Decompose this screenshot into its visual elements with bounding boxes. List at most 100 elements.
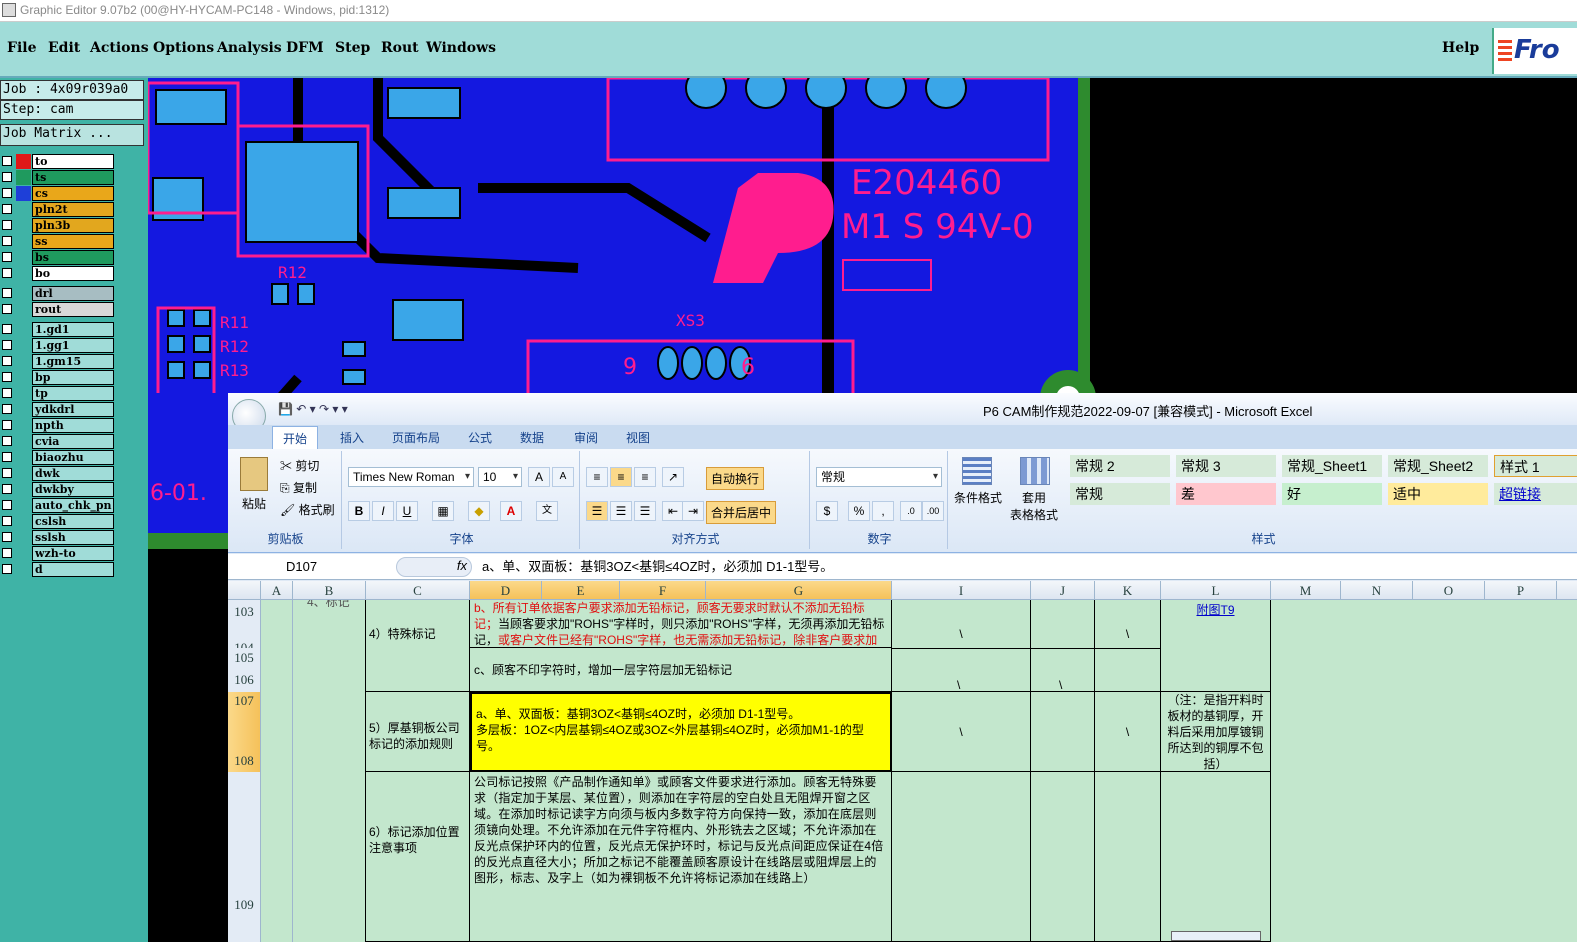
- style-swatch[interactable]: 差: [1176, 483, 1276, 505]
- layer-row[interactable]: pln3b: [0, 218, 116, 233]
- cell-j-103[interactable]: [1031, 600, 1095, 692]
- layer-checkbox[interactable]: [2, 324, 12, 334]
- layer-row[interactable]: npth: [0, 418, 116, 433]
- row-header-105-106[interactable]: 105 106: [228, 648, 261, 692]
- layer-checkbox[interactable]: [2, 420, 12, 430]
- layer-name[interactable]: dwk: [32, 466, 114, 481]
- layer-name[interactable]: npth: [32, 418, 114, 433]
- tab-view[interactable]: 视图: [626, 429, 650, 446]
- tab-home[interactable]: 开始: [272, 426, 319, 449]
- layer-checkbox[interactable]: [2, 532, 12, 542]
- tab-insert[interactable]: 插入: [340, 429, 364, 446]
- layer-color-swatch[interactable]: [16, 450, 31, 465]
- layer-color-swatch[interactable]: [16, 250, 31, 265]
- col-header-m[interactable]: M: [1271, 581, 1341, 600]
- pcb-canvas[interactable]: E204460 M1 S 94V-0 R12 R11 R12 R13 XS3 9…: [148, 78, 1577, 393]
- col-header-o[interactable]: O: [1413, 581, 1485, 600]
- layer-color-swatch[interactable]: [16, 302, 31, 317]
- layer-color-swatch[interactable]: [16, 266, 31, 281]
- layer-checkbox[interactable]: [2, 204, 12, 214]
- embedded-image-frame[interactable]: [1171, 931, 1261, 941]
- layer-checkbox[interactable]: [2, 388, 12, 398]
- cell-l-107[interactable]: （注：是指开料时板材的基铜厚，开料后采用加厚镀铜所达到的铜厚不包括）: [1161, 692, 1271, 772]
- fill-color-button[interactable]: ◆: [468, 501, 490, 521]
- layer-color-swatch[interactable]: [16, 530, 31, 545]
- align-bottom-button[interactable]: ≡: [634, 467, 656, 487]
- layer-name[interactable]: tp: [32, 386, 114, 401]
- style-swatch[interactable]: 好: [1282, 483, 1382, 505]
- cell-i-109[interactable]: [892, 772, 1031, 942]
- italic-button[interactable]: I: [372, 501, 394, 521]
- style-swatch[interactable]: 适中: [1388, 483, 1488, 505]
- bold-button[interactable]: B: [348, 501, 370, 521]
- wrap-text-button[interactable]: 自动换行: [706, 467, 765, 490]
- font-size-select[interactable]: 10: [478, 467, 522, 487]
- conditional-format-button[interactable]: 条件格式: [954, 489, 1002, 506]
- layer-name[interactable]: pln2t: [32, 202, 114, 217]
- merge-center-button[interactable]: 合并后居中: [706, 501, 777, 524]
- row-header-107-108[interactable]: 107 108: [228, 692, 261, 772]
- align-center-button[interactable]: ☰: [610, 501, 632, 521]
- style-swatch[interactable]: 样式 1: [1494, 455, 1577, 477]
- cell-d-position[interactable]: 公司标记按照《产品制作通知单》或顾客文件要求进行添加。顾客无特殊要求（指定加于某…: [470, 772, 892, 942]
- col-header-k[interactable]: K: [1095, 581, 1161, 600]
- quick-access-toolbar[interactable]: 💾 ↶ ▾ ↷ ▾ ▾: [278, 402, 348, 416]
- shrink-font-button[interactable]: A: [552, 467, 574, 487]
- decrease-decimal-button[interactable]: .00: [922, 501, 944, 521]
- menu-help[interactable]: Help: [1442, 40, 1479, 56]
- layer-checkbox[interactable]: [2, 404, 12, 414]
- row-header-109[interactable]: 109: [228, 772, 261, 942]
- layer-color-swatch[interactable]: [16, 482, 31, 497]
- layer-color-swatch[interactable]: [16, 286, 31, 301]
- layer-name[interactable]: auto_chk_pn: [32, 498, 114, 513]
- layer-name[interactable]: drl: [32, 286, 114, 301]
- paste-icon[interactable]: [240, 457, 268, 491]
- layer-checkbox[interactable]: [2, 516, 12, 526]
- cell-c-position[interactable]: 6）标记添加位置注意事项: [366, 772, 470, 942]
- tab-formulas[interactable]: 公式: [468, 429, 492, 446]
- layer-row[interactable]: ss: [0, 234, 116, 249]
- number-format-select[interactable]: 常规: [816, 467, 942, 487]
- col-header-d[interactable]: D: [470, 581, 542, 600]
- format-painter-button[interactable]: 🖌 格式刷: [280, 501, 335, 518]
- menu-file[interactable]: File: [7, 40, 36, 56]
- cell-b-section[interactable]: 4、标记: [293, 600, 366, 942]
- pcb-graphic-view[interactable]: E204460 M1 S 94V-0 R12 R11 R12 R13 XS3 9…: [148, 78, 1577, 393]
- layer-color-swatch[interactable]: [16, 562, 31, 577]
- layer-name[interactable]: sslsh: [32, 530, 114, 545]
- layer-name[interactable]: ss: [32, 234, 114, 249]
- menu-windows[interactable]: Windows: [426, 40, 496, 56]
- menu-rout[interactable]: Rout: [381, 40, 419, 56]
- col-header-f[interactable]: F: [620, 581, 706, 600]
- layer-name[interactable]: bo: [32, 266, 114, 281]
- cell-k-103[interactable]: \: [1095, 600, 1161, 692]
- col-header-a[interactable]: A: [261, 581, 293, 600]
- tab-page-layout[interactable]: 页面布局: [392, 429, 440, 446]
- layer-color-swatch[interactable]: [16, 386, 31, 401]
- cell-d-special-c[interactable]: c、顾客不印字符时，增加一层字符层加无铅标记: [470, 648, 892, 692]
- layer-checkbox[interactable]: [2, 372, 12, 382]
- layer-name[interactable]: to: [32, 154, 114, 169]
- grow-font-button[interactable]: A: [528, 467, 550, 487]
- layer-name[interactable]: pln3b: [32, 218, 114, 233]
- increase-indent-button[interactable]: ⇥: [682, 501, 704, 521]
- layer-row[interactable]: tp: [0, 386, 116, 401]
- menu-analysis[interactable]: Analysis: [217, 40, 282, 56]
- layer-color-swatch[interactable]: [16, 218, 31, 233]
- cell-j-107[interactable]: [1031, 692, 1095, 772]
- layer-row[interactable]: pln2t: [0, 202, 116, 217]
- layer-checkbox[interactable]: [2, 436, 12, 446]
- cell-j-109[interactable]: [1031, 772, 1095, 942]
- layer-row[interactable]: dwk: [0, 466, 116, 481]
- cell-i-103[interactable]: \: [892, 600, 1031, 692]
- cell-l-103[interactable]: 附图T9: [1161, 600, 1271, 692]
- layer-row[interactable]: ts: [0, 170, 116, 185]
- layer-row[interactable]: d: [0, 562, 116, 577]
- cell-k-107[interactable]: \: [1095, 692, 1161, 772]
- menu-actions[interactable]: Actions: [90, 40, 149, 56]
- decrease-indent-button[interactable]: ⇤: [662, 501, 684, 521]
- paste-button[interactable]: 粘贴: [242, 495, 266, 512]
- layer-checkbox[interactable]: [2, 220, 12, 230]
- layer-checkbox[interactable]: [2, 268, 12, 278]
- cell-c-thick[interactable]: 5）厚基铜板公司标记的添加规则: [366, 692, 470, 772]
